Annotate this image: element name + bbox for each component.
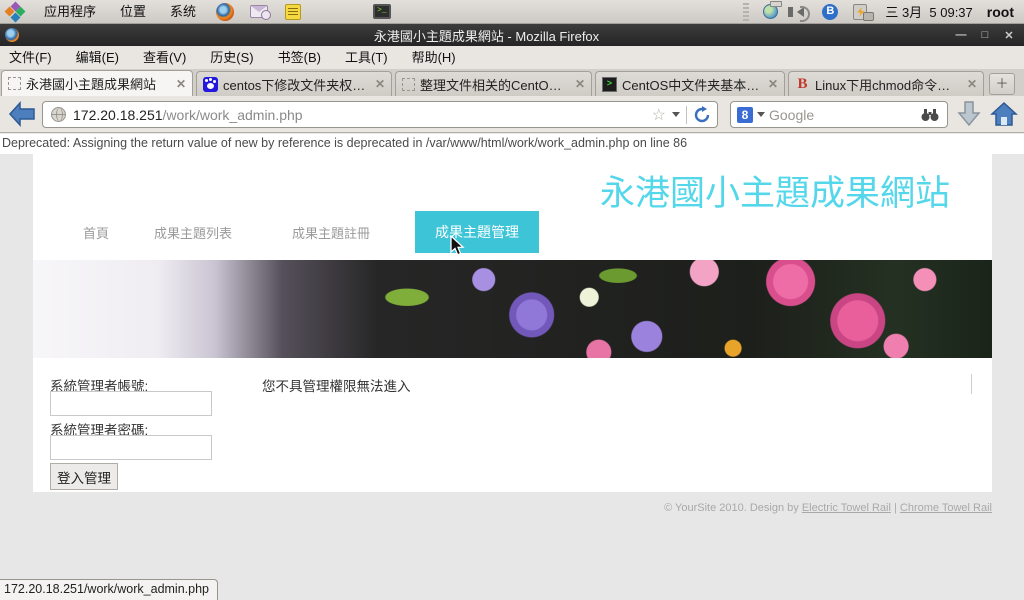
site-identity-globe-icon[interactable] (51, 107, 66, 122)
maximize-icon[interactable]: □ (978, 29, 992, 42)
find-binoculars-icon[interactable] (921, 108, 939, 122)
search-engine-dropdown-icon[interactable] (757, 112, 765, 121)
menu-edit[interactable]: 编辑(E) (67, 47, 128, 69)
url-dropdown-icon[interactable] (672, 112, 680, 121)
window-titlebar[interactable]: 永港國小主題成果網站 - Mozilla Firefox — □ ✕ (0, 24, 1024, 46)
site-navigation: 首頁 成果主題列表 成果主題註冊 成果主題管理 (33, 211, 992, 253)
volume-icon[interactable] (790, 2, 810, 22)
centos-logo-icon[interactable] (5, 2, 25, 22)
admin-account-input[interactable] (50, 391, 212, 416)
nav-topic-register-link[interactable]: 成果主題註冊 (292, 223, 370, 242)
reload-icon[interactable] (693, 106, 711, 124)
firefox-menubar: 文件(F) 编辑(E) 查看(V) 历史(S) 书签(B) 工具(T) 帮助(H… (0, 46, 1024, 69)
tab-label: 永港國小主題成果網站 (26, 74, 170, 93)
navigation-toolbar: 172.20.18.251/work/work_admin.php ☆ 8 (0, 96, 1024, 133)
nav-topic-list-link[interactable]: 成果主題列表 (154, 223, 232, 242)
tab-centos-files[interactable]: 整理文件相关的CentO… ✕ (395, 71, 592, 96)
bluetooth-icon[interactable]: B (820, 2, 840, 22)
tab-label: centos下修改文件夹权… (223, 75, 369, 94)
downloads-icon[interactable] (956, 100, 982, 128)
tab-close-icon[interactable]: ✕ (967, 77, 977, 91)
search-bar[interactable]: 8 (730, 101, 948, 128)
minimize-icon[interactable]: — (954, 29, 968, 42)
new-tab-button[interactable]: ＋ (989, 73, 1015, 95)
terminal-window-icon[interactable]: >_ (372, 2, 392, 22)
admin-password-input[interactable] (50, 435, 212, 460)
footer-link-chrome[interactable]: Chrome Towel Rail (900, 502, 992, 514)
home-icon[interactable] (990, 100, 1018, 128)
close-icon[interactable]: ✕ (1002, 29, 1016, 42)
page-footer: © YourSite 2010. Design by Electric Towe… (664, 502, 992, 514)
menu-file[interactable]: 文件(F) (0, 47, 61, 69)
panel-grip-handle[interactable] (743, 3, 749, 21)
php-deprecated-warning: Deprecated: Assigning the return value o… (0, 134, 1024, 154)
blog-favicon-icon: B (795, 77, 810, 92)
default-favicon-icon (8, 77, 21, 90)
menu-history[interactable]: 历史(S) (201, 47, 262, 69)
mouse-cursor (449, 235, 467, 257)
menu-help[interactable]: 帮助(H) (403, 47, 465, 69)
menu-tools[interactable]: 工具(T) (336, 47, 397, 69)
url-path: /work/work_admin.php (163, 107, 303, 123)
notes-launcher-icon[interactable] (283, 2, 303, 22)
footer-separator: | (891, 502, 900, 514)
bookmark-star-icon[interactable]: ☆ (652, 105, 666, 125)
google-favicon-icon: 8 (737, 107, 753, 123)
power-battery-icon[interactable] (850, 2, 870, 22)
page-viewport: Deprecated: Assigning the return value o… (0, 134, 1024, 600)
search-input[interactable] (769, 107, 921, 123)
tab-current-site[interactable]: 永港國小主題成果網站 ✕ (1, 70, 193, 96)
tab-strip: 永港國小主題成果網站 ✕ centos下修改文件夹权… ✕ 整理文件相关的Cen… (0, 69, 1024, 96)
page-content: 永港國小主題成果網站 首頁 成果主題列表 成果主題註冊 成果主題管理 系統管理者… (33, 153, 992, 492)
menu-view[interactable]: 查看(V) (134, 47, 195, 69)
network-keyboard-icon[interactable] (760, 2, 780, 22)
tab-linux-chmod[interactable]: B Linux下用chmod命令… ✕ (788, 71, 984, 96)
tab-close-icon[interactable]: ✕ (375, 77, 385, 91)
gnome-panel: 应用程序 位置 系统 >_ B 三 3月 5 09:37 root (0, 0, 1024, 24)
tab-centos-permissions[interactable]: centos下修改文件夹权… ✕ (196, 71, 392, 96)
applications-menu[interactable]: 应用程序 (34, 0, 106, 23)
url-host: 172.20.18.251 (73, 107, 163, 123)
default-favicon-icon (402, 78, 415, 91)
footer-link-electric[interactable]: Electric Towel Rail (802, 502, 891, 514)
baidu-favicon-icon (203, 77, 218, 92)
footer-text: © YourSite 2010. Design by (664, 502, 802, 514)
back-button[interactable] (8, 101, 36, 127)
panel-username: root (987, 4, 1014, 20)
nav-home-link[interactable]: 首頁 (83, 223, 109, 242)
tab-label: CentOS中文件夹基本… (622, 75, 762, 94)
firefox-window-icon (5, 28, 19, 42)
window-title: 永港國小主題成果網站 - Mozilla Firefox (19, 26, 954, 45)
nav-topic-manage-link[interactable]: 成果主題管理 (415, 211, 539, 253)
email-launcher-icon[interactable] (249, 2, 269, 22)
url-bar[interactable]: 172.20.18.251/work/work_admin.php ☆ (42, 101, 718, 128)
divider-line (971, 374, 972, 394)
tab-close-icon[interactable]: ✕ (768, 77, 778, 91)
menu-bookmarks[interactable]: 书签(B) (269, 47, 330, 69)
tab-label: Linux下用chmod命令… (815, 75, 961, 94)
permission-denied-message: 您不具管理權限無法進入 (262, 375, 411, 395)
places-menu[interactable]: 位置 (110, 0, 156, 23)
screen: 应用程序 位置 系统 >_ B 三 3月 5 09:37 root 永港國小主題… (0, 0, 1024, 600)
login-button[interactable]: 登入管理 (50, 463, 118, 490)
status-url-tooltip: 172.20.18.251/work/work_admin.php (0, 579, 218, 600)
tab-close-icon[interactable]: ✕ (176, 77, 186, 91)
tab-close-icon[interactable]: ✕ (575, 77, 585, 91)
site-title: 永港國小主題成果網站 (600, 165, 950, 216)
system-menu[interactable]: 系统 (160, 0, 206, 23)
panel-clock[interactable]: 三 3月 5 09:37 (885, 2, 972, 21)
tab-label: 整理文件相关的CentO… (420, 75, 569, 94)
flower-banner-image (33, 260, 992, 358)
tab-centos-folders[interactable]: > CentOS中文件夹基本… ✕ (595, 71, 785, 96)
firefox-launcher-icon[interactable] (215, 2, 235, 22)
terminal-favicon-icon: > (602, 77, 617, 92)
